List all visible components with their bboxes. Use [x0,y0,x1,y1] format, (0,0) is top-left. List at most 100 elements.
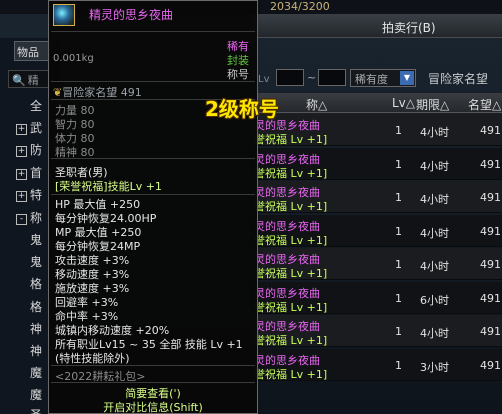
search-input[interactable]: 🔍 精 [8,70,50,88]
expand-icon[interactable]: + [16,191,27,202]
item-icon [53,4,75,26]
row-item-bonus: 誉祝福 Lv +1] [254,200,328,213]
item-tooltip: 精灵的思乡夜曲 稀有 0.001kg 封装 称号 ❦冒险家名望 491 力量 8… [48,0,258,414]
row-reputation: 491 [480,157,501,171]
search-icon: 🔍 [12,74,26,87]
item-type: 称号 [227,68,249,81]
col-name[interactable]: 称△ [306,96,327,113]
col-lv[interactable]: Lv△ [392,96,415,110]
category-item[interactable]: 鬼 [30,253,42,270]
category-label: 神 [30,344,43,358]
gold-amount: 2034/3200 [270,0,330,13]
item-name: 精灵的思乡夜曲 [89,8,174,22]
row-item-bonus: 誉祝福 Lv +1] [254,267,328,280]
category-item[interactable]: -称 [16,209,42,226]
category-item[interactable]: 圣 [30,406,42,414]
expand-icon[interactable]: + [16,146,27,157]
row-period: 4小时 [420,126,449,139]
category-item[interactable]: + 特 [16,186,42,203]
category-label: 格 [30,277,43,291]
table-row[interactable]: 灵的思乡夜曲 誉祝福 Lv +1] 1 3小时 491 [250,348,502,381]
row-item-bonus: 誉祝福 Lv +1] [254,166,328,180]
rarity-select[interactable]: 稀有度 ▼ [350,69,416,87]
category-item[interactable]: + 防 [16,141,42,158]
search-text: 精 [27,74,39,87]
adventurer-rep-button[interactable]: 冒险家名望 [428,70,488,87]
collapse-icon[interactable]: - [16,214,27,225]
effect-line: (特性技能除外) [55,352,130,365]
category-item[interactable]: 全 [30,97,42,114]
category-label: 首 [30,166,43,180]
row-lv: 1 [395,325,402,338]
row-reputation: 491 [480,291,501,305]
row-lv: 1 [395,224,402,238]
table-row[interactable]: 灵的思乡夜曲 誉祝福 Lv +1] 1 4小时 491 [250,181,502,213]
table-row[interactable]: 灵的思乡夜曲 誉祝福 Lv +1] 1 6小时 491 [250,281,502,314]
category-label: 鬼 [30,255,43,269]
divider [51,365,255,366]
divider [51,382,255,383]
category-label: 神 [30,322,43,336]
divider [51,158,255,159]
table-row[interactable]: 灵的思乡夜曲 誉祝福 Lv +1] 1 4小时 491 [250,147,502,180]
tab-items[interactable]: 物品 [14,41,50,61]
divider [51,194,255,195]
row-reputation: 491 [480,258,501,271]
row-period: 4小时 [420,260,449,273]
expand-icon[interactable]: + [16,169,27,180]
lv-min-input[interactable] [276,69,304,86]
lv-label: Lv [258,74,270,85]
row-lv: 1 [395,291,402,305]
col-reputation[interactable]: 名望△ [468,96,501,113]
expand-icon[interactable]: + [16,124,27,135]
row-item-bonus: 誉祝福 Lv +1] [254,300,328,314]
table-row[interactable]: 灵的思乡夜曲 誉祝福 Lv +1] 1 4小时 491 [250,315,502,347]
row-reputation: 491 [480,224,501,238]
table-row[interactable]: 灵的思乡夜曲 誉祝福 Lv +1] 1 4小时 491 [250,214,502,247]
col-period[interactable]: 期限△ [416,96,449,113]
category-label: 格 [30,300,43,314]
category-label: 圣 [30,408,42,414]
category-label: 魔 [30,388,43,402]
category-item[interactable]: 神 [30,342,42,359]
row-item-bonus: 誉祝福 Lv +1] [254,233,328,247]
auction-header: 拍卖行(B) [250,14,502,38]
divider [51,31,255,32]
rep-icon: ❦ [53,86,63,99]
row-lv: 1 [395,191,402,204]
lv-max-input[interactable] [318,69,346,86]
category-item[interactable]: 神 [30,320,42,337]
row-item-bonus: 誉祝福 Lv +1] [254,133,328,146]
row-reputation: 491 [480,191,501,204]
auction-window: 2034/3200 拍卖行(B) 物品 🔍 精 全 + 武 + 防 + 首 + 特 - 称鬼鬼格格神神… [0,0,502,414]
category-label: 称 [30,211,43,225]
adventurer-rep-text: 冒险家名望 491 [62,86,142,99]
category-label: 防 [30,143,43,157]
category-item[interactable]: 魔 [30,386,42,403]
row-item-bonus: 誉祝福 Lv +1] [254,334,328,347]
row-lv: 1 [395,124,402,137]
category-item[interactable]: 魔 [30,364,42,381]
row-reputation: 491 [480,124,501,137]
category-label: 鬼 [30,233,43,247]
row-lv: 1 [395,358,402,372]
row-item-bonus: 誉祝福 Lv +1] [254,367,328,381]
category-item[interactable]: + 武 [16,119,42,136]
chevron-down-icon[interactable]: ▼ [400,71,414,85]
auction-title[interactable]: 拍卖行(B) [382,19,436,36]
table-header: 称△ Lv△ 期限△ 名望△ [250,93,502,113]
row-period: 6小时 [420,293,449,307]
row-lv: 1 [395,157,402,171]
table-row[interactable]: 灵的思乡夜曲 誉祝福 Lv +1] 1 4小时 491 [250,248,502,280]
item-weight: 0.001kg [53,53,94,64]
row-period: 3小时 [420,360,449,374]
category-item[interactable]: 鬼 [30,231,42,248]
category-item[interactable]: + 首 [16,164,42,181]
range-separator: ~ [307,71,317,84]
table-row[interactable]: 灵的思乡夜曲 誉祝福 Lv +1] 1 4小时 491 [250,114,502,146]
category-item[interactable]: 格 [30,298,42,315]
divider [51,81,255,82]
row-period: 4小时 [420,226,449,240]
compare-hint: 开启对比信息(Shift) [103,401,203,414]
category-item[interactable]: 格 [30,275,42,292]
